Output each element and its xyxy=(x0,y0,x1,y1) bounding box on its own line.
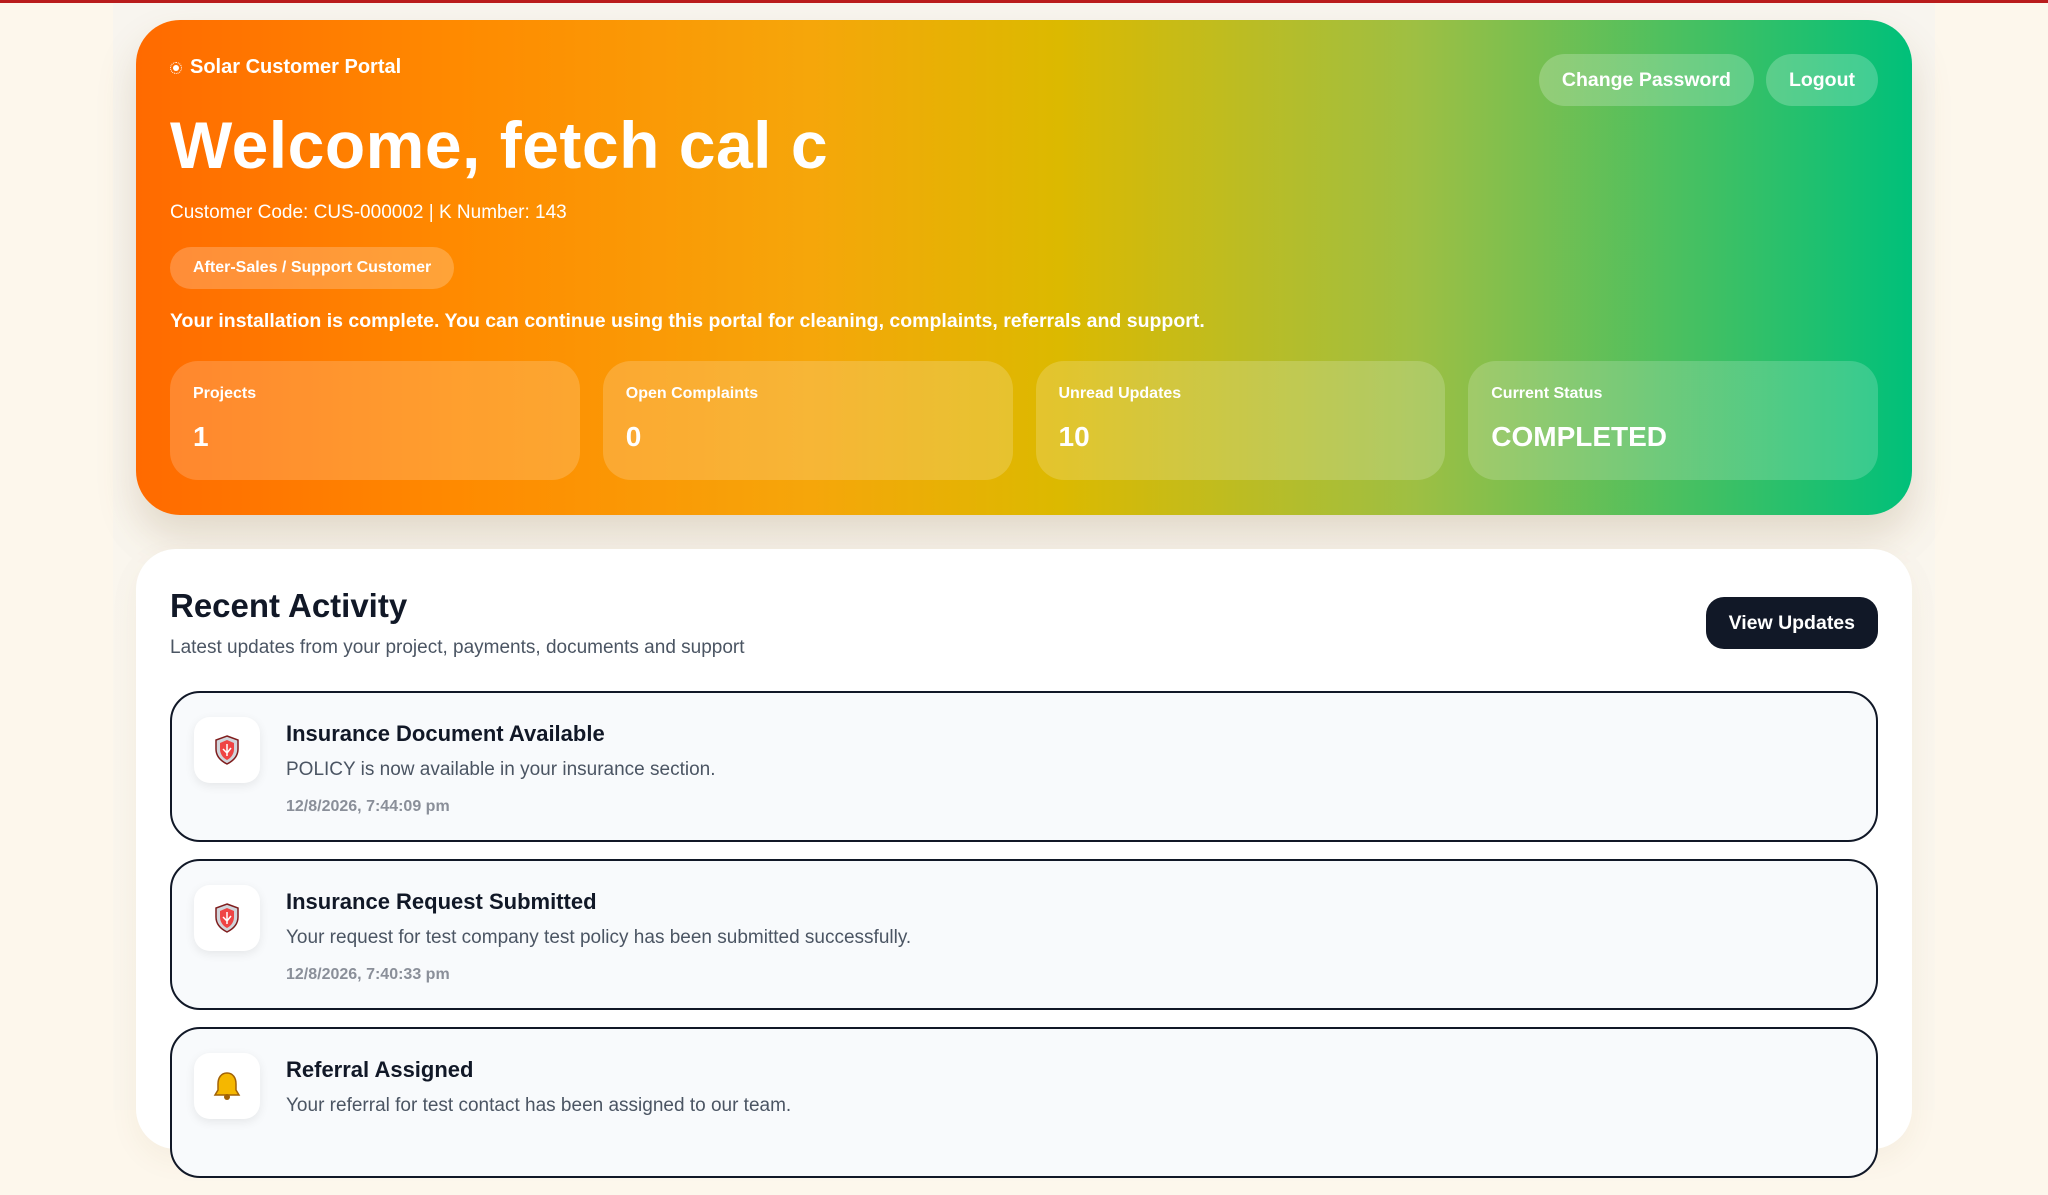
customer-info: Customer Code: CUS-000002 | K Number: 14… xyxy=(170,202,567,223)
stat-label: Open Complaints xyxy=(625,385,759,402)
sun-icon xyxy=(170,61,182,74)
brand-name: Solar Customer Portal xyxy=(190,56,402,78)
stat-unread-updates: Unread Updates 10 xyxy=(1035,361,1446,480)
stat-value: 1 xyxy=(193,421,209,452)
activity-item-referral-assigned[interactable]: Referral Assigned Your referral for test… xyxy=(170,1027,1878,1178)
customer-type-badge: After-Sales / Support Customer xyxy=(170,247,455,289)
stat-value: 10 xyxy=(1058,421,1090,452)
recent-activity-title: Recent Activity xyxy=(170,587,408,624)
activity-description: Your request for test company test polic… xyxy=(286,927,912,948)
activity-title: Referral Assigned xyxy=(286,1057,474,1082)
stat-label: Projects xyxy=(193,385,257,402)
activity-item-insurance-document[interactable]: Insurance Document Available POLICY is n… xyxy=(170,691,1878,842)
activity-title: Insurance Request Submitted xyxy=(286,889,597,914)
recent-activity-subtitle: Latest updates from your project, paymen… xyxy=(170,637,745,658)
account-actions: Change Password Logout xyxy=(1538,54,1878,106)
stat-label: Unread Updates xyxy=(1058,385,1182,402)
activity-list: Insurance Document Available POLICY is n… xyxy=(170,691,1878,1195)
stat-value: 0 xyxy=(625,421,642,452)
view-updates-button[interactable]: View Updates xyxy=(1705,597,1878,649)
summary-stats: Projects 1 Open Complaints 0 Unread Upda… xyxy=(170,361,1878,480)
stat-label: Current Status xyxy=(1491,385,1603,402)
activity-title: Insurance Document Available xyxy=(286,721,605,746)
brand: Solar Customer Portal xyxy=(170,56,401,79)
activity-description: POLICY is now available in your insuranc… xyxy=(286,759,716,780)
change-password-button[interactable]: Change Password xyxy=(1538,54,1754,106)
activity-timestamp: 12/8/2026, 7:44:09 pm xyxy=(286,798,450,815)
welcome-hero: Solar Customer Portal Welcome, fetch cal… xyxy=(136,20,1912,515)
logout-button[interactable]: Logout xyxy=(1765,54,1878,106)
activity-item-insurance-request[interactable]: Insurance Request Submitted Your request… xyxy=(170,859,1878,1010)
stat-current-status: Current Status COMPLETED xyxy=(1468,361,1878,480)
stat-open-complaints: Open Complaints 0 xyxy=(602,361,1013,480)
welcome-heading: Welcome, fetch cal c xyxy=(170,108,829,182)
activity-timestamp: 12/8/2026, 7:40:33 pm xyxy=(286,966,450,983)
bell-icon xyxy=(194,1053,260,1119)
stat-value: COMPLETED xyxy=(1491,421,1668,452)
activity-description: Your referral for test contact has been … xyxy=(286,1095,792,1116)
recent-activity-panel: Recent Activity Latest updates from your… xyxy=(136,549,1912,1178)
shield-icon xyxy=(194,717,260,783)
installation-message: Your installation is complete. You can c… xyxy=(170,310,1205,332)
stat-projects: Projects 1 xyxy=(170,361,580,480)
shield-icon xyxy=(194,885,260,951)
